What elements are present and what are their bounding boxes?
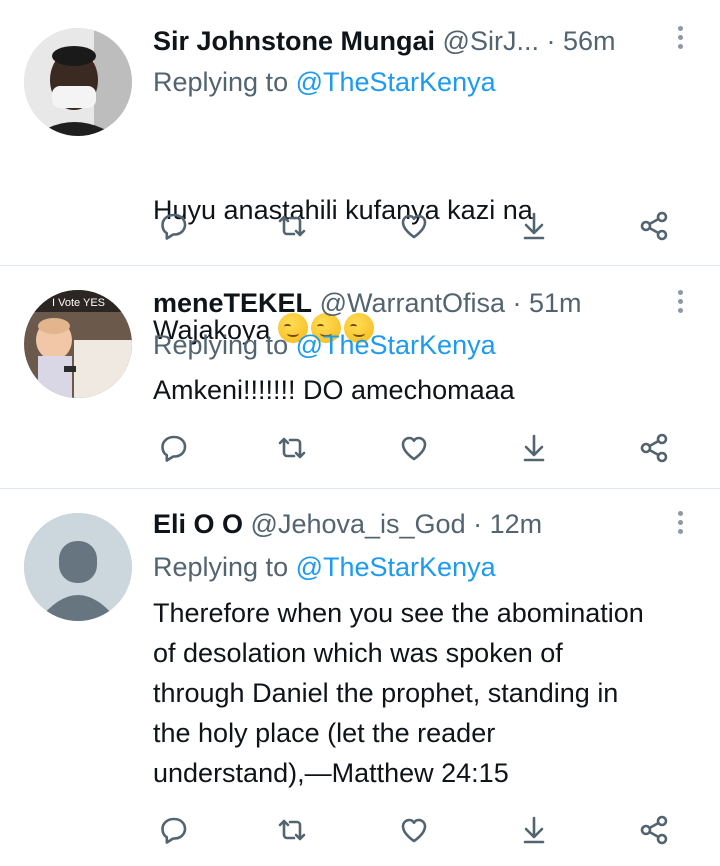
tweet-actions [156,812,676,848]
replying-handle-link[interactable]: @TheStarKenya [296,67,496,97]
share-icon[interactable] [636,208,672,244]
handle-timestamp[interactable]: @Jehova_is_God · 12m [251,509,543,539]
tweet-2[interactable]: I Vote YES meneTEKEL @WarrantOfisa · 51m… [0,266,720,488]
tweet-header: Eli O O @Jehova_is_God · 12m [153,507,660,541]
handle[interactable]: @SirJ... [443,26,539,56]
replying-handle-link[interactable]: @TheStarKenya [296,330,496,360]
tweet-text: Amkeni!!!!!!! DO amechomaaa [153,375,515,405]
timestamp[interactable]: · 56m [546,26,615,56]
tweet-header: meneTEKEL @WarrantOfisa · 51m [153,286,660,320]
tweet-actions [156,208,676,244]
handle-timestamp[interactable]: @WarrantOfisa · 51m [320,288,582,318]
retweet-icon[interactable] [274,430,310,466]
download-icon[interactable] [516,812,552,848]
like-icon[interactable] [396,812,432,848]
replying-to: Replying to @TheStarKenya [153,552,496,582]
avatar[interactable] [24,28,132,136]
retweet-icon[interactable] [274,812,310,848]
reply-icon[interactable] [156,812,192,848]
like-icon[interactable] [396,208,432,244]
avatar-sign-text: I Vote YES [52,297,105,309]
more-icon[interactable] [676,511,684,534]
tweet-header: Sir Johnstone Mungai @SirJ... · 56m [153,24,660,58]
download-icon[interactable] [516,208,552,244]
tweet-3[interactable]: Eli O O @Jehova_is_God · 12m Replying to… [0,489,720,866]
replying-to: Replying to @TheStarKenya [153,330,496,360]
reply-icon[interactable] [156,430,192,466]
display-name[interactable]: Sir Johnstone Mungai [153,26,435,56]
display-name[interactable]: meneTEKEL [153,288,312,318]
avatar[interactable]: I Vote YES [24,290,132,398]
tweet-text: Therefore when you see the abomination o… [153,598,644,788]
tweet-1[interactable]: Sir Johnstone Mungai @SirJ... · 56m Repl… [0,0,720,345]
share-icon[interactable] [636,430,672,466]
display-name[interactable]: Eli O O [153,509,243,539]
replying-to: Replying to @TheStarKenya [153,67,496,97]
share-icon[interactable] [636,812,672,848]
download-icon[interactable] [516,430,552,466]
more-icon[interactable] [676,290,684,313]
more-icon[interactable] [676,26,684,49]
avatar-default[interactable] [24,513,132,621]
tweet-actions [156,430,676,466]
reply-icon[interactable] [156,208,192,244]
like-icon[interactable] [396,430,432,466]
retweet-icon[interactable] [274,208,310,244]
replying-handle-link[interactable]: @TheStarKenya [296,552,496,582]
